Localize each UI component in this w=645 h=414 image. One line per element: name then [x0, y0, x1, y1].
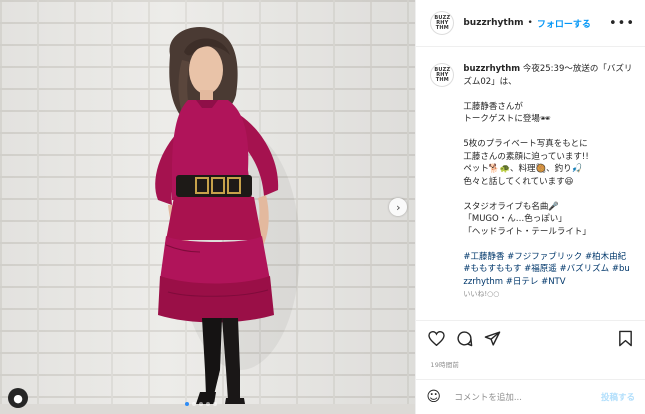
share-icon[interactable]	[482, 328, 502, 348]
post-timestamp[interactable]: 19時間前	[416, 355, 645, 379]
comment-icon[interactable]	[454, 328, 474, 348]
comment-input[interactable]: コメントを追加...	[454, 391, 601, 403]
header-username[interactable]: buzzrhythm	[463, 18, 523, 28]
user-tag-glyph: ●	[13, 391, 23, 405]
caption-text: buzzrhythm 今夜25:39〜放送の「バズリズム02」は、 工藤静香さん…	[463, 63, 633, 320]
carousel-dot	[185, 402, 189, 406]
bookmark-icon[interactable]	[615, 328, 635, 348]
post-header: BUZZ RHY THM buzzrhythm • フォローする •••	[416, 0, 645, 47]
post-side-panel: BUZZ RHY THM buzzrhythm • フォローする ••• BUZ…	[415, 0, 645, 414]
carousel-dot	[213, 402, 217, 406]
carousel-dot	[206, 402, 210, 406]
caption-avatar[interactable]: BUZZ RHY THM	[430, 63, 455, 87]
woman-in-magenta-dress	[0, 26, 416, 414]
caption-username[interactable]: buzzrhythm	[463, 64, 520, 74]
caption-avatar-logo-text: BUZZ RHY THM	[434, 66, 451, 83]
avatar[interactable]: BUZZ RHY THM	[430, 11, 455, 35]
carousel-dot	[199, 402, 203, 406]
follow-button[interactable]: フォローする	[537, 17, 591, 30]
caption-hashtags[interactable]: #工藤静香 #フジファブリック #柏木由紀 #ももすももす #福原遥 #バズリズ…	[463, 252, 629, 287]
user-tag-icon[interactable]: ●	[8, 388, 28, 408]
carousel-dot	[192, 402, 196, 406]
post-photo[interactable]: › ●	[0, 0, 416, 414]
more-options-icon[interactable]: •••	[609, 16, 635, 31]
post-caption: BUZZ RHY THM buzzrhythm 今夜25:39〜放送の「バズリズ…	[416, 47, 645, 320]
heart-icon[interactable]	[426, 328, 446, 348]
action-bar	[416, 320, 645, 355]
comment-bar: ☺ コメントを追加... 投稿する	[416, 379, 645, 414]
post-comment-button[interactable]: 投稿する	[601, 391, 635, 403]
avatar-logo-text: BUZZ RHY THM	[434, 14, 451, 31]
emoji-icon[interactable]: ☺	[426, 389, 446, 405]
header-separator: •	[527, 18, 533, 28]
chevron-right-icon: ›	[396, 200, 401, 214]
instagram-post: › ● BUZZ RHY THM buzzrhythm • フォローする •••…	[0, 0, 645, 414]
caption-body: 今夜25:39〜放送の「バズリズム02」は、 工藤静香さんが トークゲストに登場…	[463, 64, 633, 237]
caption-cutoff-text: いいね!○○	[463, 290, 500, 298]
carousel-indicator	[185, 402, 217, 406]
